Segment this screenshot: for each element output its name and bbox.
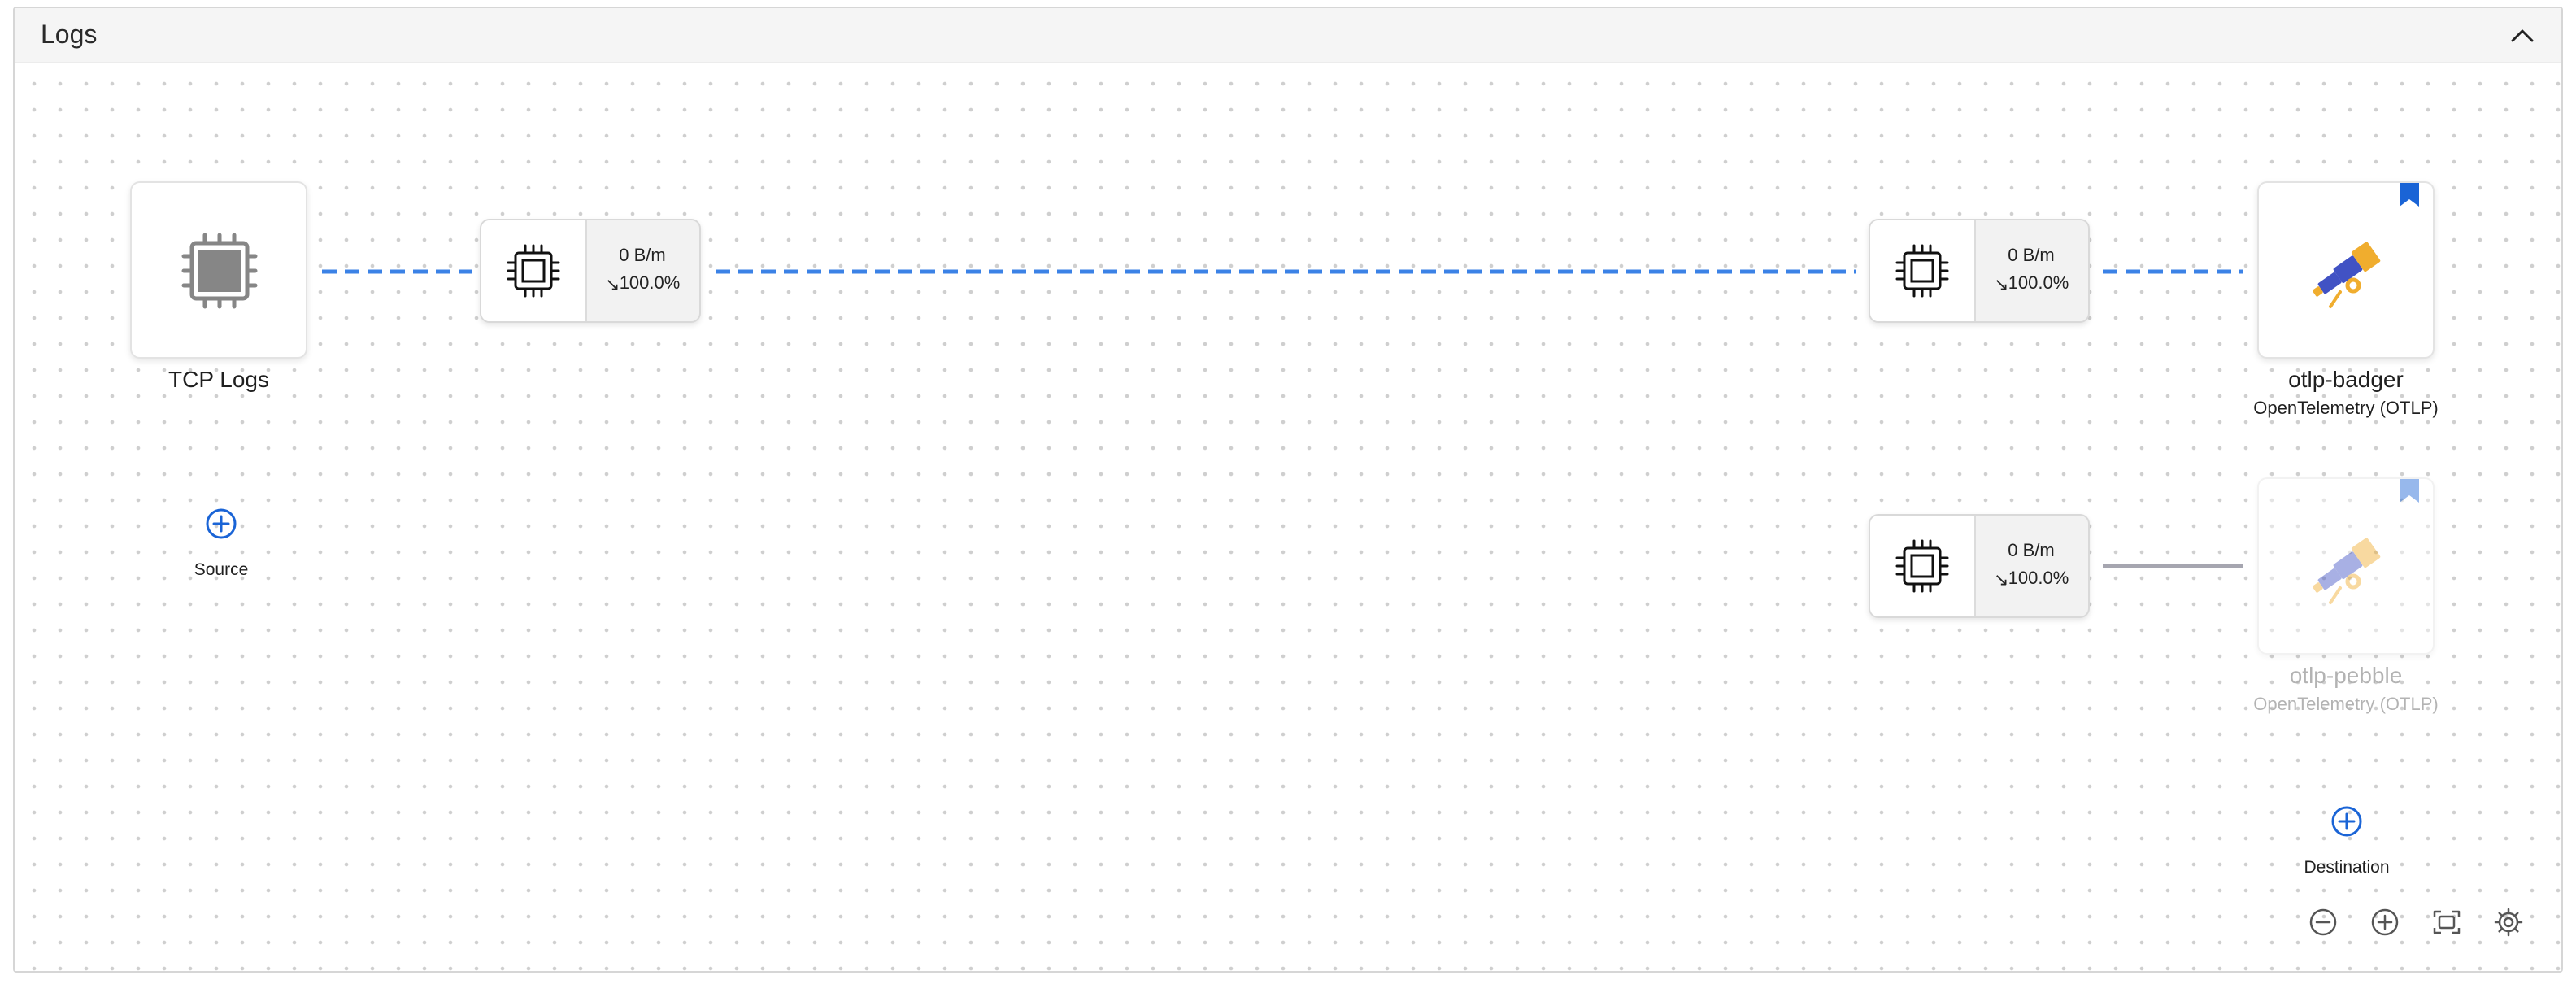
processor-icon-box <box>481 220 587 321</box>
pipeline-canvas[interactable]: TCP Logs Source 0 B/m ↘ 100.0% 0 B/m ↘ 1… <box>15 63 2561 971</box>
telescope-icon <box>2313 242 2381 308</box>
processor-chip-icon <box>507 244 560 298</box>
processor-node-1[interactable]: 0 B/m ↘ 100.0% <box>480 219 701 323</box>
processor-percent: 100.0% <box>2008 272 2069 293</box>
processor-icon-box <box>1870 220 1976 321</box>
source-node-tcp-logs[interactable] <box>130 181 307 359</box>
add-source-button[interactable] <box>205 507 237 540</box>
processor-icon-box <box>1870 516 1976 616</box>
chevron-up-icon[interactable] <box>2508 21 2537 50</box>
cpu-chip-icon <box>181 233 258 309</box>
telescope-icon <box>2313 538 2381 604</box>
add-source-label: Source <box>194 560 249 579</box>
fit-view-icon[interactable] <box>2431 907 2462 938</box>
processor-percent: 100.0% <box>2008 568 2069 588</box>
add-destination-label: Destination <box>2304 858 2390 877</box>
destination-type: OpenTelemetry (OTLP) <box>2253 398 2439 418</box>
logs-panel: Logs TCP Logs Source 0 B/m ↘ 100.0% 0 B/… <box>13 7 2563 973</box>
processor-node-2[interactable]: 0 B/m ↘ 100.0% <box>1869 219 2090 323</box>
zoom-out-icon[interactable] <box>2308 907 2339 938</box>
pipeline-edges <box>322 269 2243 568</box>
source-node-label: TCP Logs <box>168 367 269 392</box>
bookmark-icon[interactable] <box>2399 479 2420 503</box>
processor-node-3[interactable]: 0 B/m ↘ 100.0% <box>1869 514 2090 618</box>
processor-chip-icon <box>1895 539 1949 593</box>
destination-node-otlp-pebble[interactable] <box>2257 477 2435 655</box>
destination-type: OpenTelemetry (OTLP) <box>2253 694 2439 714</box>
processor-rate: 0 B/m <box>2008 245 2055 265</box>
add-destination-button[interactable] <box>2330 805 2363 838</box>
panel-header[interactable]: Logs <box>15 8 2561 63</box>
gear-icon[interactable] <box>2493 907 2524 938</box>
processor-rate: 0 B/m <box>2008 540 2055 560</box>
bookmark-icon[interactable] <box>2399 183 2420 207</box>
destination-name: otlp-badger <box>2288 367 2404 392</box>
processor-rate: 0 B/m <box>619 245 666 265</box>
processor-chip-icon <box>1895 244 1949 298</box>
panel-title: Logs <box>41 20 98 49</box>
processor-percent: 100.0% <box>619 272 681 293</box>
destination-name: otlp-pebble <box>2289 663 2403 688</box>
zoom-in-icon[interactable] <box>2369 907 2400 938</box>
destination-node-otlp-badger[interactable] <box>2257 181 2435 359</box>
